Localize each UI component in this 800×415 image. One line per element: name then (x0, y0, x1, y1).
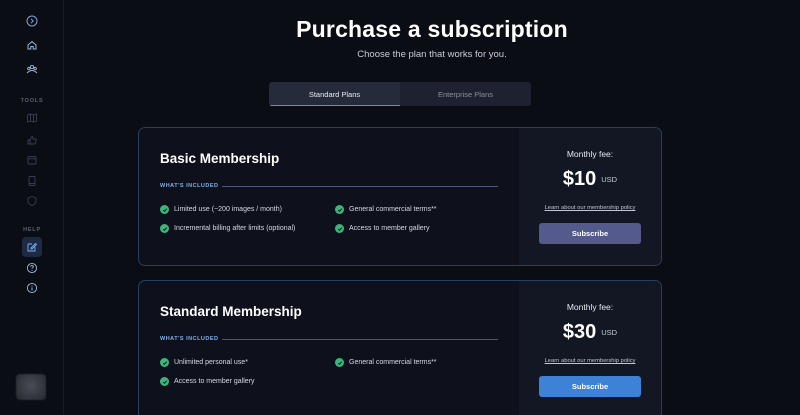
community-icon (26, 64, 38, 74)
plan-details: Basic Membership WHAT'S INCLUDED Limited… (139, 128, 519, 265)
feature-item: General commercial terms** (335, 358, 437, 367)
membership-policy-link[interactable]: Learn about our membership policy (519, 205, 661, 211)
monthly-fee-label: Monthly fee: (566, 149, 614, 159)
help-section-label: HELP (23, 227, 41, 233)
rate-button[interactable] (22, 130, 42, 150)
map-button[interactable] (22, 108, 42, 128)
feature-item: Limited use (~200 images / month) (160, 205, 282, 214)
feature-item: Access to member gallery (160, 377, 255, 386)
feature-text: Access to member gallery (349, 225, 430, 232)
membership-policy-link[interactable]: Learn about our membership policy (519, 358, 661, 364)
app: TOOLS HELP Purchase a subscription Choos (0, 0, 800, 415)
thumbs-up-icon (27, 136, 37, 145)
home-button[interactable] (22, 35, 42, 55)
tab-standard-plans[interactable]: Standard Plans (269, 82, 400, 106)
shield-button[interactable] (22, 191, 42, 211)
pricing-panel: Monthly fee: $30 USD Learn about our memb… (519, 281, 661, 415)
plan-name: Standard Membership (160, 304, 302, 319)
price-currency: USD (601, 328, 618, 337)
feature-text: Limited use (~200 images / month) (174, 206, 282, 213)
tab-enterprise-plans[interactable]: Enterprise Plans (400, 82, 531, 106)
feature-text: General commercial terms** (349, 206, 437, 213)
plan-card-basic: Basic Membership WHAT'S INCLUDED Limited… (138, 127, 662, 266)
price: $30 USD (519, 321, 661, 344)
sidebar: TOOLS HELP (0, 0, 64, 415)
edit-icon (27, 242, 38, 252)
map-icon (27, 113, 37, 123)
feature-item: General commercial terms** (335, 205, 437, 214)
price-amount: $10 (562, 168, 597, 190)
whats-included-header: WHAT'S INCLUDED (160, 183, 498, 191)
expand-sidebar-button[interactable] (22, 11, 42, 31)
subscribe-button[interactable]: Subscribe (539, 223, 641, 244)
divider (222, 339, 498, 340)
divider (222, 186, 498, 187)
plan-details: Standard Membership WHAT'S INCLUDED Unli… (139, 281, 519, 415)
feature-item: Incremental billing after limits (option… (160, 224, 295, 233)
tools-section-label: TOOLS (20, 98, 44, 104)
check-circle-icon (335, 224, 344, 233)
edit-button[interactable] (22, 237, 42, 257)
subscribe-button[interactable]: Subscribe (539, 376, 641, 397)
calendar-icon (27, 156, 37, 165)
user-avatar[interactable] (16, 374, 46, 400)
feature-item: Access to member gallery (335, 224, 430, 233)
feature-text: Access to member gallery (174, 378, 255, 385)
check-circle-icon (160, 358, 169, 367)
whats-included-label: WHAT'S INCLUDED (160, 183, 219, 189)
whats-included-label: WHAT'S INCLUDED (160, 336, 219, 342)
expand-icon (26, 15, 38, 27)
price-currency: USD (601, 175, 618, 184)
check-circle-icon (335, 358, 344, 367)
tablet-icon (28, 176, 36, 186)
plan-tabs: Standard Plans Enterprise Plans (269, 82, 531, 106)
monthly-fee-label: Monthly fee: (566, 302, 614, 312)
page-title: Purchase a subscription (296, 16, 568, 42)
info-button[interactable] (22, 278, 42, 298)
price-amount: $30 (562, 321, 597, 343)
feature-text: Unlimited personal use* (174, 359, 248, 366)
community-button[interactable] (22, 59, 42, 79)
check-circle-icon (160, 205, 169, 214)
home-icon (27, 40, 37, 50)
tablet-button[interactable] (22, 171, 42, 191)
check-circle-icon (160, 224, 169, 233)
whats-included-header: WHAT'S INCLUDED (160, 336, 498, 344)
feature-text: General commercial terms** (349, 359, 437, 366)
shield-icon (27, 196, 37, 206)
page-subtitle: Choose the plan that works for you. (357, 49, 507, 60)
feature-text: Incremental billing after limits (option… (174, 225, 296, 232)
plan-card-standard: Standard Membership WHAT'S INCLUDED Unli… (138, 280, 662, 415)
help-button[interactable] (22, 258, 42, 278)
info-icon (26, 282, 38, 294)
calendar-button[interactable] (22, 150, 42, 170)
price: $10 USD (519, 168, 661, 191)
pricing-panel: Monthly fee: $10 USD Learn about our memb… (519, 128, 661, 265)
plan-name: Basic Membership (160, 151, 280, 166)
check-circle-icon (160, 377, 169, 386)
help-icon (26, 262, 38, 274)
check-circle-icon (335, 205, 344, 214)
feature-item: Unlimited personal use* (160, 358, 248, 367)
